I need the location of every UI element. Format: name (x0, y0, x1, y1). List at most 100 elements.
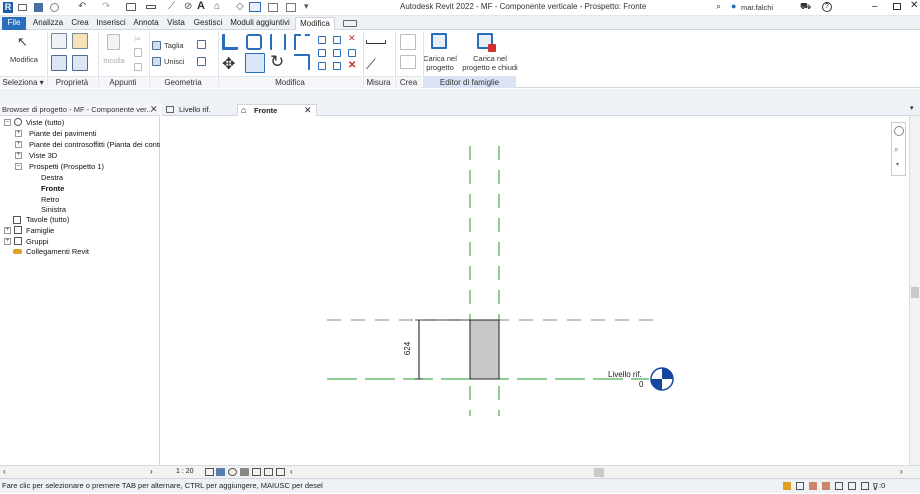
undo-icon[interactable]: ↶ (78, 1, 86, 12)
tab-gestisci[interactable]: Gestisci (192, 17, 224, 30)
mirror-axis-icon[interactable] (270, 34, 286, 50)
tree-item-prospetti[interactable]: Prospetti (Prospetto 1) (29, 162, 104, 172)
save-icon[interactable] (34, 3, 43, 12)
move-icon[interactable]: ✥ (222, 54, 235, 74)
scroll-thumb[interactable] (911, 287, 919, 298)
temporary-hide-icon[interactable] (276, 468, 285, 476)
aligned-dimension-icon[interactable]: ⟋ (366, 56, 376, 73)
family-types-icon[interactable] (51, 33, 67, 49)
taglia-button[interactable]: Taglia (160, 41, 190, 50)
match-icon[interactable] (134, 63, 142, 71)
delete-icon[interactable]: ✕ (348, 60, 356, 71)
panel-toggle-icon[interactable] (343, 20, 357, 27)
align-icon[interactable] (222, 34, 238, 50)
tree-item-destra[interactable]: Destra (41, 173, 63, 183)
3d-view-icon[interactable]: ⌂ (214, 1, 220, 12)
tab-moduli-aggiuntivi[interactable]: Moduli aggiuntivi (227, 17, 293, 30)
cut-icon[interactable]: ✂ (134, 34, 142, 45)
browser-scroll-right-icon[interactable]: › (150, 467, 153, 476)
tree-item-collegamenti[interactable]: Collegamenti Revit (26, 247, 89, 257)
panel-seleziona[interactable]: Seleziona ▾ (0, 76, 46, 88)
nav-options-icon[interactable]: ▾ (896, 161, 899, 168)
open-icon[interactable] (18, 4, 27, 11)
tree-item-piante-controsoffitti[interactable]: Piante dei controsoffitti (Pianta dei co… (29, 140, 160, 150)
user-icon[interactable]: ● (731, 1, 736, 11)
rotate-icon[interactable]: ↻ (270, 52, 284, 72)
sync-icon[interactable] (50, 3, 59, 12)
tab-annota[interactable]: Annota (131, 17, 161, 30)
close-tab-icon[interactable]: ✕ (304, 105, 312, 116)
tab-file[interactable]: File (2, 17, 26, 30)
pin-icon[interactable] (348, 49, 356, 57)
restore-icon[interactable] (893, 3, 901, 10)
unisci-button[interactable]: Unisci (160, 57, 190, 66)
tab-vista[interactable]: Vista (164, 17, 188, 30)
visual-style-icon[interactable] (216, 468, 225, 476)
vertical-scrollbar[interactable] (909, 116, 920, 465)
offset-icon[interactable] (246, 34, 262, 50)
tab-inserisci[interactable]: Inserisci (95, 17, 127, 30)
expand-icon[interactable]: + (15, 141, 22, 148)
array-icon[interactable] (318, 49, 326, 57)
search-icon[interactable]: ⌕ (716, 1, 721, 12)
type-properties-icon[interactable] (72, 55, 88, 71)
tree-item-gruppi[interactable]: Gruppi (26, 237, 49, 247)
expand-icon[interactable]: + (4, 238, 11, 245)
tab-list-icon[interactable]: ▾ (910, 104, 914, 112)
select-arrow-icon[interactable]: ↖ (17, 34, 28, 50)
minimize-icon[interactable]: – (872, 1, 878, 12)
close-browser-icon[interactable]: ✕ (150, 103, 158, 115)
trim-multiple-icon[interactable] (333, 62, 341, 70)
unpin-icon[interactable]: ✕ (348, 33, 356, 44)
create-similar-icon[interactable] (400, 55, 416, 69)
load-into-project-icon[interactable] (431, 33, 447, 49)
close-hidden-icon[interactable] (268, 3, 278, 12)
worksets-icon[interactable] (783, 482, 791, 490)
drawing-area[interactable]: 624 Livello rif. 0 ⌕ ▾ (161, 116, 909, 465)
expand-icon[interactable]: + (4, 227, 11, 234)
thin-lines-icon[interactable] (249, 2, 261, 12)
properties-icon[interactable] (51, 55, 67, 71)
tree-item-retro[interactable]: Retro (41, 195, 59, 205)
level-elevation[interactable]: 0 (639, 380, 643, 389)
redo-icon[interactable]: ↷ (102, 1, 110, 12)
cart-icon[interactable]: ⛟ (800, 1, 811, 13)
tree-item-viste-3d[interactable]: Viste 3D (29, 151, 57, 161)
split-gap-icon[interactable] (333, 36, 341, 44)
collapse-icon[interactable]: – (15, 163, 22, 170)
shadows-icon[interactable] (240, 468, 249, 476)
tab-analizza[interactable]: Analizza (30, 17, 66, 30)
browser-scroll-left-icon[interactable]: ‹ (3, 467, 6, 476)
modifica-button[interactable]: Modifica (4, 55, 44, 64)
user-name[interactable]: mar.falchi (741, 3, 773, 12)
paste-icon[interactable] (107, 34, 120, 50)
dimension-icon[interactable]: ⟋ (168, 1, 175, 12)
close-icon[interactable]: ✕ (910, 0, 918, 11)
view-scale[interactable]: 1 : 20 (176, 468, 194, 475)
copy-element-icon[interactable] (245, 53, 265, 73)
filter-icon[interactable]: ⊽ (872, 480, 879, 494)
design-options-icon[interactable] (796, 482, 804, 490)
expand-icon[interactable]: + (15, 152, 22, 159)
horizontal-scroll-thumb[interactable] (594, 468, 604, 477)
detail-level-icon[interactable] (205, 468, 214, 476)
steering-wheel-icon[interactable] (894, 126, 904, 136)
tab-modifica[interactable]: Modifica (295, 17, 335, 30)
trim-single-icon[interactable] (318, 62, 326, 70)
tab-fronte[interactable]: ⌂ Fronte ✕ (237, 104, 317, 116)
split-face-icon[interactable] (197, 57, 206, 66)
print-icon[interactable] (126, 3, 136, 11)
text-icon[interactable]: A (197, 0, 205, 12)
scroll-right-icon[interactable]: › (900, 467, 903, 476)
measure-distance-icon[interactable] (366, 40, 386, 44)
show-crop-icon[interactable] (264, 468, 273, 476)
section-icon[interactable]: ◇ (236, 1, 244, 12)
tab-livello-rif[interactable]: Livello rif. (163, 104, 233, 116)
expand-icon[interactable]: + (15, 130, 22, 137)
split-icon[interactable] (318, 36, 326, 44)
tag-icon[interactable]: ⊘ (184, 1, 192, 12)
select-by-face-icon[interactable] (848, 482, 856, 490)
mirror-draw-icon[interactable] (294, 34, 310, 50)
scale-icon[interactable] (333, 49, 341, 57)
customize-qat-icon[interactable]: ▾ (304, 1, 309, 12)
